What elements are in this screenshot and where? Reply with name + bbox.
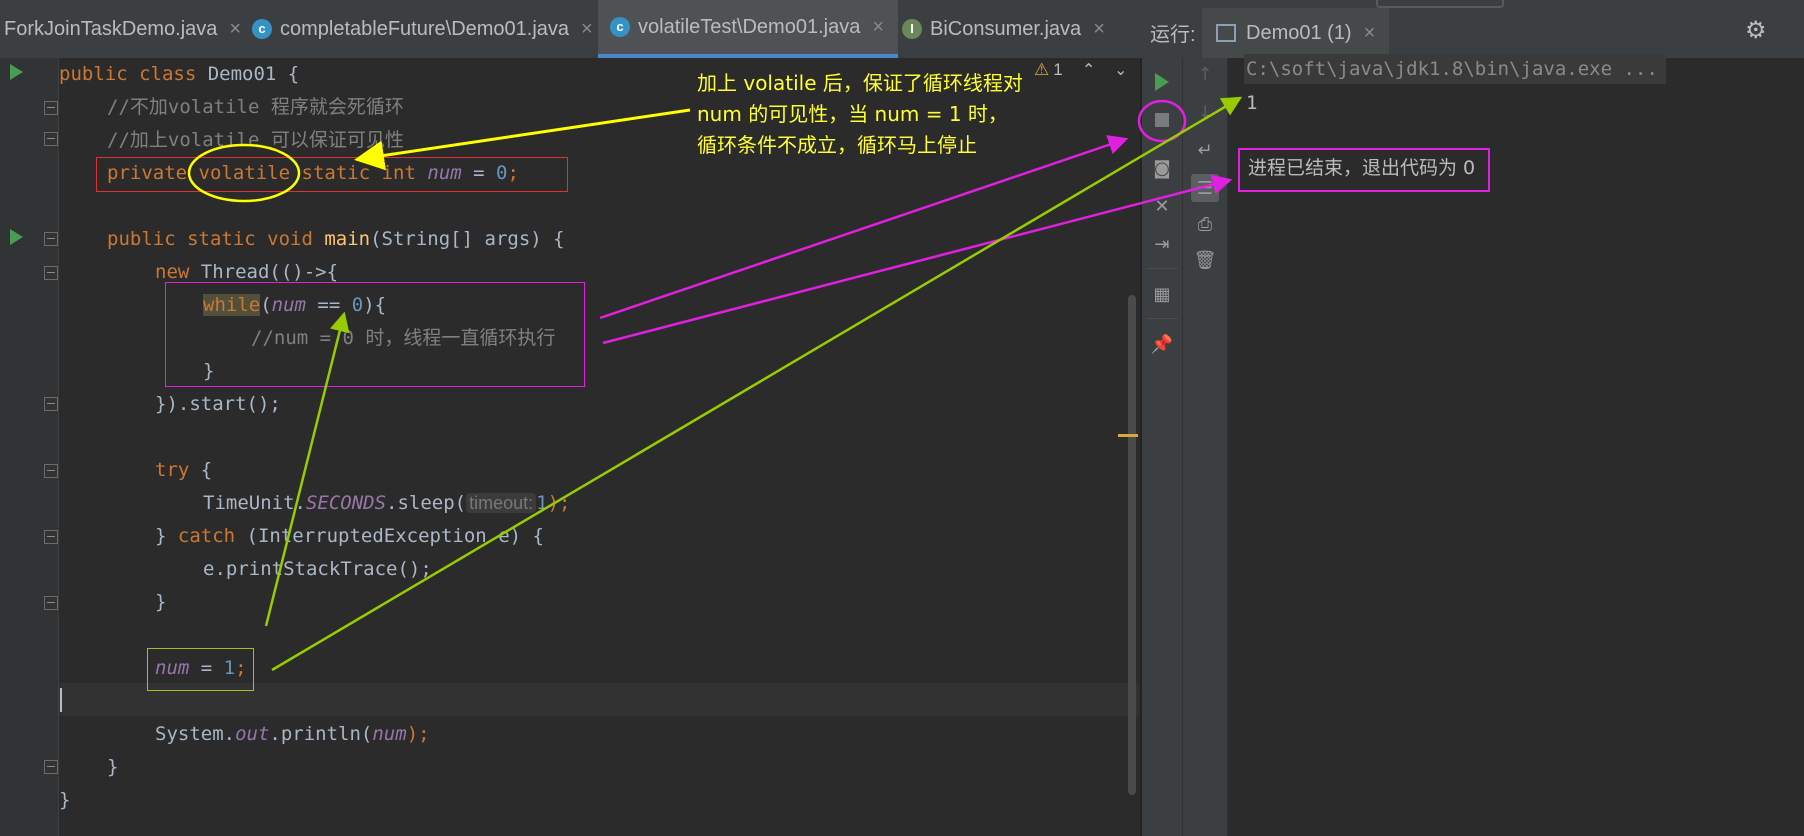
close-icon[interactable]: ×: [872, 16, 884, 39]
close-icon[interactable]: ×: [581, 18, 593, 41]
code-comment: //加上volatile 可以保证可见性: [107, 129, 404, 151]
scroll-to-end-icon[interactable]: ☰: [1191, 174, 1219, 202]
print-icon[interactable]: ⎙: [1191, 210, 1219, 238]
annotation-line: 加上 volatile 后，保证了循环线程对: [697, 71, 1023, 95]
close-icon[interactable]: ×: [229, 18, 241, 41]
code-line: System.out.println(num);: [155, 723, 430, 745]
code-line: } catch (InterruptedException e) {: [155, 525, 544, 547]
annotation-note: 加上 volatile 后，保证了循环线程对 num 的可见性，当 num = …: [697, 68, 1117, 161]
tab-volatiletest-demo01[interactable]: volatileTest\Demo01.java ×: [598, 0, 899, 58]
editor-tab-bar: ForkJoinTaskDemo.java × completableFutur…: [0, 0, 1140, 59]
console-command-line[interactable]: C:\soft\java\jdk1.8\bin\java.exe ...: [1244, 54, 1666, 84]
soft-wrap-icon[interactable]: ↵: [1191, 136, 1219, 164]
console-window-icon: [1216, 24, 1236, 42]
field-declaration-highlight-box: [96, 157, 568, 192]
code-line: }: [59, 789, 71, 811]
tab-label: volatileTest\Demo01.java: [638, 15, 861, 38]
editor-gutter: [0, 58, 59, 836]
code-line: e.printStackTrace();: [203, 558, 432, 580]
camera-icon[interactable]: ◙: [1148, 154, 1176, 182]
pin-icon[interactable]: 📌: [1148, 330, 1176, 358]
fold-icon[interactable]: [44, 232, 58, 246]
annotation-line: 循环条件不成立，循环马上停止: [697, 133, 977, 157]
tab-completablefuture-demo01[interactable]: completableFuture\Demo01.java ×: [252, 0, 593, 58]
stop-icon: [1155, 113, 1169, 127]
console-output-line: 1: [1246, 92, 1258, 114]
fold-icon[interactable]: [44, 760, 58, 774]
code-line: public class Demo01 {: [59, 63, 300, 85]
gear-icon[interactable]: ⚙: [1745, 16, 1767, 44]
console-exit-message: 进程已结束，退出代码为 0: [1248, 157, 1476, 179]
trash-icon[interactable]: 🗑: [1191, 246, 1219, 274]
fold-icon[interactable]: [44, 132, 58, 146]
stop-button[interactable]: [1148, 106, 1176, 134]
layout-icon[interactable]: ▦: [1148, 280, 1176, 308]
exit-icon[interactable]: ⇥: [1148, 230, 1176, 258]
arrow-down-icon[interactable]: ↓: [1191, 98, 1219, 126]
parameter-hint: timeout:: [466, 493, 537, 513]
toolbar-separator: [1146, 318, 1178, 319]
play-icon: [1155, 73, 1169, 91]
code-line: }: [107, 756, 119, 778]
close-icon[interactable]: ×: [1364, 22, 1376, 45]
warning-stripe-marker[interactable]: [1118, 434, 1138, 437]
window-chrome-edge: [1376, 0, 1504, 8]
rerun-button[interactable]: [1148, 68, 1176, 96]
tab-biconsumer[interactable]: BiConsumer.java ×: [902, 0, 1105, 58]
editor-scrollbar[interactable]: [1128, 295, 1136, 795]
code-line: public static void main(String[] args) {: [107, 228, 565, 250]
code-comment: //不加volatile 程序就会死循环: [107, 96, 404, 118]
run-label: 运行:: [1150, 24, 1196, 46]
code-line: TimeUnit.SECONDS.sleep(timeout: 1);: [203, 492, 571, 514]
fold-icon[interactable]: [44, 397, 58, 411]
annotation-line: num 的可见性，当 num = 1 时，: [697, 102, 1008, 126]
tab-label: completableFuture\Demo01.java: [280, 17, 570, 40]
run-tab-label: Demo01 (1): [1246, 21, 1352, 44]
interface-icon: [902, 19, 922, 39]
arrow-up-icon[interactable]: ↑: [1191, 60, 1219, 88]
tab-label: BiConsumer.java: [930, 17, 1082, 40]
close-tab-icon[interactable]: ✕: [1148, 192, 1176, 220]
fold-icon[interactable]: [44, 464, 58, 478]
assignment-highlight-box: [147, 648, 254, 691]
code-line: }).start();: [155, 393, 281, 415]
while-loop-highlight-box: [165, 282, 585, 387]
code-line: }: [155, 591, 167, 613]
run-toolbar-primary: ◙ ✕ ⇥ ▦ 📌: [1142, 58, 1183, 836]
tab-forkjointaskdemo[interactable]: ForkJoinTaskDemo.java ×: [4, 0, 241, 58]
toolbar-separator: [1146, 268, 1178, 269]
text-caret: [60, 688, 62, 712]
close-icon[interactable]: ×: [1093, 18, 1105, 41]
tab-label: ForkJoinTaskDemo.java: [4, 17, 218, 40]
class-icon: [610, 17, 630, 37]
fold-icon[interactable]: [44, 530, 58, 544]
fold-icon[interactable]: [44, 101, 58, 115]
run-gutter-icon[interactable]: [10, 229, 23, 245]
code-line: try {: [155, 459, 213, 481]
run-gutter-icon[interactable]: [10, 64, 23, 80]
fold-icon[interactable]: [44, 266, 58, 280]
class-icon: [252, 19, 272, 39]
fold-icon[interactable]: [44, 596, 58, 610]
run-toolbar-secondary: ↑ ↓ ↵ ☰ ⎙ 🗑: [1183, 58, 1228, 836]
